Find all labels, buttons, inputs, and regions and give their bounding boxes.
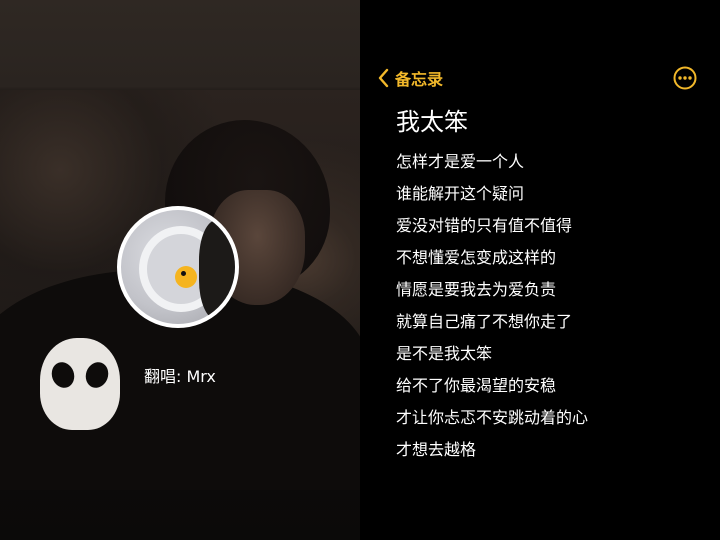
lyric-line: 就算自己痛了不想你走了 [396, 312, 573, 331]
notes-panel: 备忘录 我太笨 怎样才是爱一个人 谁能解开这个疑问 爱没对错的只有值不值得 不想… [360, 0, 720, 540]
duck-figure [175, 266, 197, 288]
avatar [117, 206, 239, 328]
note-content[interactable]: 我太笨 怎样才是爱一个人 谁能解开这个疑问 爱没对错的只有值不值得 不想懂爱怎变… [396, 104, 696, 466]
back-button-label: 备忘录 [395, 70, 444, 89]
lyric-line: 谁能解开这个疑问 [396, 184, 525, 203]
screen: 翻唱: Mrx 备忘录 我太笨 怎样才是爱一个人 谁能解开这个疑问 爱没对错的只… [0, 0, 720, 540]
skull-print-graphic [40, 338, 120, 430]
lyric-line: 是不是我太笨 [396, 344, 493, 363]
lyric-line: 给不了你最渴望的安稳 [396, 376, 557, 395]
singer-credit-label: 翻唱: Mrx [144, 367, 216, 386]
lyric-line: 才让你忐忑不安跳动着的心 [396, 408, 589, 427]
lyric-line: 情愿是要我去为爱负责 [396, 280, 557, 299]
lyric-line: 才想去越格 [396, 440, 477, 459]
ellipsis-circle-icon [673, 66, 697, 94]
note-title: 我太笨 [396, 108, 468, 136]
lyric-line: 爱没对错的只有值不值得 [396, 216, 573, 235]
cover-photo-panel: 翻唱: Mrx [0, 0, 360, 540]
notes-nav-bar: 备忘录 [360, 62, 720, 94]
lyric-line: 不想懂爱怎变成这样的 [396, 248, 557, 267]
lyric-line: 怎样才是爱一个人 [396, 152, 525, 171]
more-options-button[interactable] [673, 66, 697, 90]
chevron-left-icon [377, 68, 389, 88]
back-to-notes-button[interactable]: 备忘录 [377, 66, 443, 90]
lyric-list: 怎样才是爱一个人 谁能解开这个疑问 爱没对错的只有值不值得 不想懂爱怎变成这样的… [396, 146, 696, 466]
